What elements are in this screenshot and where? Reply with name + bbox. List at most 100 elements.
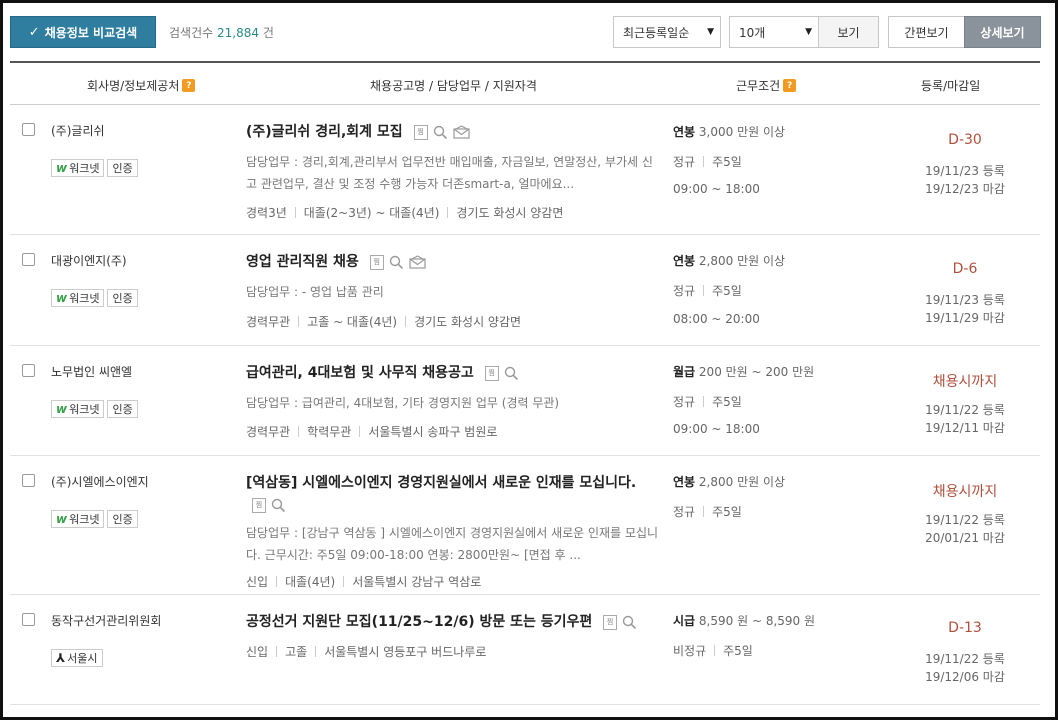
page-size-select[interactable]: 10개 ▼ xyxy=(729,16,819,48)
job-title-line: [역삼동] 시엘에스이엔지 경영지원실에서 새로운 인재를 모십니다. 찜 xyxy=(246,472,656,516)
deadline-badge: D-30 xyxy=(948,132,982,148)
sort-order-value: 최근등록일순 xyxy=(623,25,690,40)
badge-source-label: 워크넷 xyxy=(69,513,100,526)
row-checkbox[interactable] xyxy=(22,613,35,626)
job-qualifications: 신입 고졸 서울특별시 영등포구 버드나루로 xyxy=(246,643,486,660)
location: 서울특별시 강남구 역삼로 xyxy=(352,575,482,589)
salary: 연봉 2,800 만원 이상 xyxy=(673,473,785,490)
job-title-link[interactable]: 공정선거 지원단 모집(11/25~12/6) 방문 또는 등기우편 xyxy=(246,614,592,630)
apply-view-button[interactable]: 보기 xyxy=(818,16,879,48)
company-name[interactable]: 동작구선거관리위원회 xyxy=(51,612,161,629)
company-name[interactable]: (주)시엘에스이엔지 xyxy=(51,473,149,490)
job-duty: 담당업무 : 경리,회계,관리부서 업무전반 매입매출, 자금일보, 연말정산,… xyxy=(246,155,653,191)
header-dates-label: 등록/마감일 xyxy=(921,79,981,93)
search-icon[interactable] xyxy=(622,615,637,630)
title-actions: 찜 xyxy=(369,254,426,270)
job-row: 노무법인 씨앤엘 w 워크넷 인증 급여관리, 4대보험 및 사무직 채용공고 찜… xyxy=(10,346,1040,456)
search-icon[interactable] xyxy=(271,498,286,513)
experience: 경력무관 xyxy=(246,425,291,439)
work-type: 정규 주5일 xyxy=(673,153,742,170)
simple-view-button[interactable]: 간편보기 xyxy=(888,16,965,48)
salary-type: 시급 xyxy=(673,614,696,628)
work-days: 주5일 xyxy=(712,155,742,169)
closing-date: 19/12/06 마감 xyxy=(925,670,1005,684)
help-icon[interactable]: ? xyxy=(783,79,797,92)
company-name[interactable]: (주)글리쉬 xyxy=(51,122,105,139)
work-days: 주5일 xyxy=(712,284,742,298)
job-qualifications: 경력무관 학력무관 서울특별시 송파구 범원로 xyxy=(246,423,497,440)
salary-amount: 8,590 원 ~ 8,590 원 xyxy=(698,614,816,628)
scrap-icon[interactable]: 찜 xyxy=(603,614,618,630)
employment-type: 정규 xyxy=(673,505,696,519)
post-dates: 19/11/23 등록 19/11/29 마감 xyxy=(890,291,1040,327)
registered-date: 19/11/22 등록 xyxy=(925,513,1005,527)
job-qualifications: 경력3년 대졸(2~3년) ~ 대졸(4년) 경기도 화성시 양감면 xyxy=(246,204,563,221)
help-icon[interactable]: ? xyxy=(182,79,196,92)
search-icon[interactable] xyxy=(433,125,448,140)
location: 경기도 화성시 양감면 xyxy=(414,315,522,329)
worknet-logo-icon: w xyxy=(56,402,68,416)
experience: 경력무관 xyxy=(246,315,291,329)
company-name[interactable]: 노무법인 씨앤엘 xyxy=(51,363,132,380)
scrap-icon[interactable]: 찜 xyxy=(484,365,499,381)
search-icon[interactable] xyxy=(389,255,404,270)
work-type: 정규 주5일 xyxy=(673,503,742,520)
job-row: 동작구선거관리위원회 ⅄ 서울시 공정선거 지원단 모집(11/25~12/6) … xyxy=(10,595,1040,705)
company-name[interactable]: 대광이엔지(주) xyxy=(51,252,127,269)
post-dates: 19/11/22 등록 19/12/11 마감 xyxy=(890,401,1040,437)
row-checkbox[interactable] xyxy=(22,364,35,377)
scrap-icon[interactable]: 찜 xyxy=(369,254,384,270)
result-count-value: 21,884 xyxy=(217,26,259,40)
search-icon[interactable] xyxy=(504,366,519,381)
results-table-header: 회사명/정보제공처 ? 채용공고명 / 담당업무 / 지원자격 근무조건 ? 등… xyxy=(10,61,1040,105)
badge-source-label: 워크넷 xyxy=(69,292,100,305)
certified-badge: 인증 xyxy=(107,289,138,307)
scrap-icon[interactable]: 찜 xyxy=(252,497,266,513)
seoul-logo-icon: ⅄ xyxy=(56,651,66,665)
job-row: (주)시엘에스이엔지 w 워크넷 인증 [역삼동] 시엘에스이엔지 경영지원실에서… xyxy=(10,456,1040,595)
mail-icon[interactable] xyxy=(409,255,426,269)
compare-search-button[interactable]: ✓ 채용정보 비교검색 xyxy=(10,16,156,48)
salary: 연봉 3,000 만원 이상 xyxy=(673,123,785,140)
certified-badge: 인증 xyxy=(107,510,138,528)
closing-date: 20/01/21 마감 xyxy=(925,531,1005,545)
education: 학력무관 xyxy=(307,425,352,439)
job-row: 대광이엔지(주) w 워크넷 인증 영업 관리직원 채용 찜 담당업무 : - 영… xyxy=(10,235,1040,346)
employment-type: 정규 xyxy=(673,155,696,169)
row-checkbox[interactable] xyxy=(22,123,35,136)
badge-source-label: 워크넷 xyxy=(69,162,100,175)
experience: 신입 xyxy=(246,645,269,659)
work-days: 주5일 xyxy=(712,395,742,409)
job-title-link[interactable]: 영업 관리직원 채용 xyxy=(246,254,359,270)
job-title-link[interactable]: (주)글리쉬 경리,회계 모집 xyxy=(246,124,403,140)
job-search-results-panel: ✓ 채용정보 비교검색 검색건수 21,884 건 최근등록일순 ▼ 10개 ▼… xyxy=(0,0,1058,720)
sort-order-select[interactable]: 최근등록일순 ▼ xyxy=(613,16,721,48)
job-title-link[interactable]: 급여관리, 4대보험 및 사무직 채용공고 xyxy=(246,365,474,381)
page-size-value: 10개 xyxy=(739,25,766,40)
header-company: 회사명/정보제공처 ? xyxy=(87,77,196,94)
salary-amount: 3,000 만원 이상 xyxy=(698,125,786,139)
registered-date: 19/11/23 등록 xyxy=(925,293,1005,307)
job-title-link[interactable]: [역삼동] 시엘에스이엔지 경영지원실에서 새로운 인재를 모십니다. xyxy=(246,475,636,491)
title-actions: 찜 xyxy=(603,614,637,630)
header-conditions: 근무조건 ? xyxy=(736,77,797,94)
header-company-label: 회사명/정보제공처 xyxy=(87,79,180,93)
scrap-icon[interactable]: 찜 xyxy=(413,124,428,140)
worknet-badge: w 워크넷 xyxy=(51,400,105,418)
education: 대졸(4년) xyxy=(285,575,336,589)
detail-view-button[interactable]: 상세보기 xyxy=(964,16,1041,48)
worknet-badge: w 워크넷 xyxy=(51,289,105,307)
job-duty: 담당업무 : [강남구 역삼동 ] 시엘에스이엔지 경영지원실에서 새로운 인재… xyxy=(246,526,659,562)
seoul-badge: ⅄ 서울시 xyxy=(51,649,103,667)
job-title-line: (주)글리쉬 경리,회계 모집 찜 xyxy=(246,121,656,143)
salary: 월급 200 만원 ~ 200 만원 xyxy=(673,363,814,380)
mail-icon[interactable] xyxy=(452,125,470,139)
experience: 경력3년 xyxy=(246,206,287,220)
experience: 신입 xyxy=(246,575,269,589)
row-checkbox[interactable] xyxy=(22,253,35,266)
salary-type: 연봉 xyxy=(673,254,696,268)
source-badges: ⅄ 서울시 xyxy=(51,649,103,667)
row-checkbox[interactable] xyxy=(22,474,35,487)
education: 대졸(2~3년) ~ 대졸(4년) xyxy=(303,206,440,220)
compare-search-label: 채용정보 비교검색 xyxy=(44,25,138,40)
